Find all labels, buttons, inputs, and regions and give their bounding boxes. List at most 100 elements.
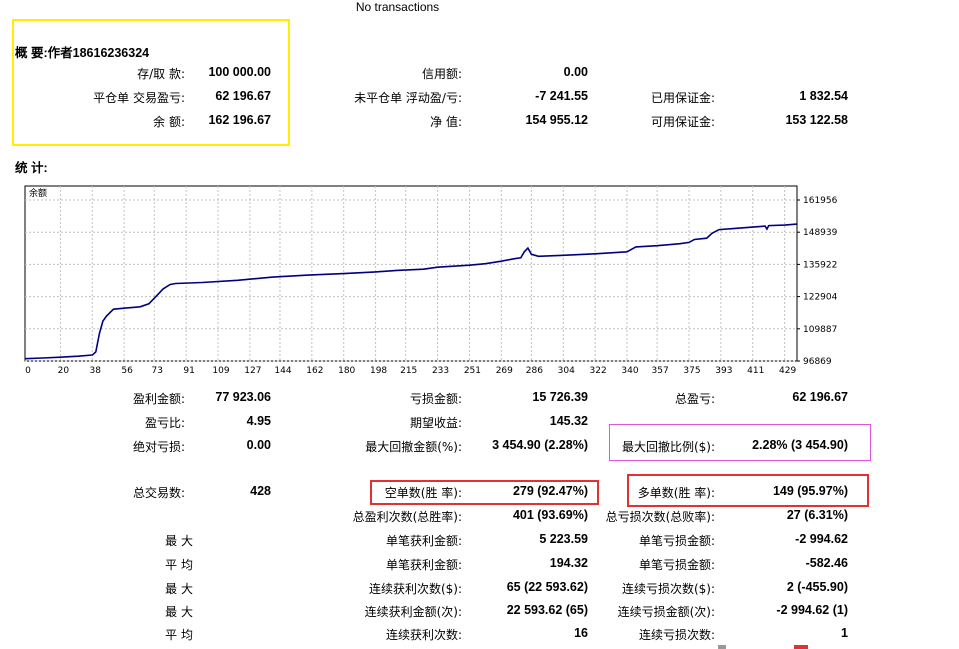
chart-x-tick-label: 304 — [558, 366, 575, 376]
absolute-drawdown-value: 0.00 — [246, 438, 271, 452]
average-loss-trade-value: -582.46 — [805, 556, 848, 570]
long-trades-label: 多单数(胜 率): — [637, 486, 715, 500]
chart-x-tick-label: 340 — [621, 366, 638, 376]
largest-loss-trade-label: 单笔亏损金额: — [638, 534, 715, 548]
relative-drawdown-value: 2.28% (3 454.90) — [752, 438, 848, 452]
max-consecutive-wins-value: 65 (22 593.62) — [506, 580, 588, 594]
expected-payoff-value: 145.32 — [549, 414, 588, 428]
loss-trades-value: 27 (6.31%) — [786, 508, 848, 522]
chart-x-tick-label: 429 — [779, 366, 796, 376]
equity-value: 154 955.12 — [525, 113, 588, 127]
chart-x-tick-label: 251 — [464, 366, 481, 376]
gross-loss-value: 15 726.39 — [532, 390, 588, 404]
max-consecutive-losses-label: 连续亏损次数($): — [621, 582, 715, 596]
largest-profit-trade-value: 5 223.59 — [539, 532, 588, 546]
chart-x-tick-label: 20 — [58, 366, 70, 376]
balance-value: 162 196.67 — [208, 113, 271, 127]
chart-y-tick-label: 148939 — [803, 228, 838, 238]
maximum-label: 最 大 — [165, 582, 193, 596]
average-profit-trade-value: 194.32 — [549, 556, 588, 570]
profit-factor-label: 盈亏比: — [144, 416, 185, 430]
balance-label: 余 额: — [153, 115, 185, 129]
used-margin-value: 1 832.54 — [799, 89, 848, 103]
chart-title: 余额 — [29, 187, 47, 199]
absolute-drawdown-label: 绝对亏损: — [132, 440, 185, 454]
floating-pnl-value: -7 241.55 — [535, 89, 588, 103]
chart-y-tick-label: 161956 — [803, 196, 838, 206]
chart-x-tick-label: 127 — [244, 366, 261, 376]
profit-factor-value: 4.95 — [246, 414, 271, 428]
avg-consecutive-losses-value: 1 — [841, 626, 848, 640]
avg-consecutive-wins-value: 16 — [574, 626, 588, 640]
chart-x-tick-label: 269 — [496, 366, 513, 376]
average-loss-trade-label: 单笔亏损金额: — [638, 558, 715, 572]
scroll-remnant — [718, 645, 726, 649]
equity-label: 净 值: — [430, 115, 462, 129]
short-trades-label: 空单数(胜 率): — [384, 486, 462, 500]
chart-y-tick-label: 109887 — [803, 325, 837, 335]
max-consecutive-losses-value: 2 (-455.90) — [786, 580, 848, 594]
long-trades-value: 149 (95.97%) — [772, 484, 848, 498]
closed-pnl-value: 62 196.67 — [215, 89, 271, 103]
max-drawdown-value: 3 454.90 (2.28%) — [492, 438, 588, 452]
relative-drawdown-label: 最大回撤比例($): — [621, 440, 715, 454]
chart-x-tick-label: 393 — [715, 366, 732, 376]
loss-trades-label: 总亏损次数(总败率): — [605, 510, 715, 524]
red-marker-remnant — [794, 645, 808, 649]
free-margin-value: 153 122.58 — [785, 113, 848, 127]
chart-x-tick-label: 411 — [747, 366, 764, 376]
chart-y-tick-label: 122904 — [803, 293, 838, 303]
deposit-value: 100 000.00 — [208, 65, 271, 79]
expected-payoff-label: 期望收益: — [409, 416, 462, 430]
chart-y-tick-label: 135922 — [803, 260, 837, 270]
balance-chart: 0 20 38 56 73 91 109 127 144 162 180 198 215 233 251 26… — [24, 182, 838, 378]
total-trades-value: 428 — [250, 484, 271, 498]
max-consecutive-wins-label: 连续获利次数($): — [368, 582, 462, 596]
average-profit-trade-label: 单笔获利金额: — [385, 558, 462, 572]
summary-title: 概 要:作者18616236324 — [15, 46, 150, 60]
chart-x-tick-label: 56 — [121, 366, 133, 376]
chart-x-tick-label: 38 — [90, 366, 102, 376]
floating-pnl-label: 未平仓单 浮动盈/亏: — [354, 91, 462, 105]
chart-x-tick-label: 180 — [338, 366, 355, 376]
no-transactions-note: No transactions — [355, 0, 440, 14]
chart-x-tick-label: 144 — [274, 366, 291, 376]
chart-frame — [24, 185, 798, 362]
balance-chart-svg: 0 20 38 56 73 91 109 127 144 162 180 198 215 233 251 26… — [24, 185, 838, 376]
profit-trades-label: 总盈利次数(总胜率): — [352, 510, 462, 524]
maximal-label: 最 大 — [165, 605, 193, 619]
chart-x-tick-label: 109 — [212, 366, 229, 376]
chart-x-tick-label: 233 — [432, 366, 449, 376]
credit-label: 信用额: — [421, 67, 462, 81]
max-consecutive-profit-value: 22 593.62 (65) — [506, 603, 588, 617]
chart-x-tick-label: 162 — [306, 366, 323, 376]
avg-consecutive-wins-label: 连续获利次数: — [385, 628, 462, 642]
total-net-value: 62 196.67 — [792, 390, 848, 404]
profit-trades-value: 401 (93.69%) — [512, 508, 588, 522]
average-consecutive-label: 平 均 — [165, 628, 193, 642]
gross-profit-value: 77 923.06 — [215, 390, 271, 404]
chart-x-tick-label: 286 — [526, 366, 543, 376]
gross-loss-label: 亏损金额: — [409, 392, 462, 406]
used-margin-label: 已用保证金: — [650, 91, 715, 105]
gross-profit-label: 盈利金额: — [132, 392, 185, 406]
closed-pnl-label: 平仓单 交易盈亏: — [93, 91, 185, 105]
max-consecutive-loss-value: -2 994.62 (1) — [776, 603, 848, 617]
max-consecutive-loss-label: 连续亏损金额(次): — [617, 605, 715, 619]
largest-profit-trade-label: 单笔获利金额: — [385, 534, 462, 548]
chart-x-tick-label: 322 — [590, 366, 607, 376]
chart-x-tick-label: 375 — [683, 366, 700, 376]
chart-x-tick-label: 198 — [370, 366, 387, 376]
average-label: 平 均 — [165, 558, 193, 572]
short-trades-value: 279 (92.47%) — [512, 484, 588, 498]
chart-x-tick-label: 357 — [652, 366, 669, 376]
total-trades-label: 总交易数: — [132, 486, 185, 500]
max-consecutive-profit-label: 连续获利金额(次): — [364, 605, 462, 619]
max-drawdown-label: 最大回撤金额(%): — [365, 440, 462, 454]
largest-loss-trade-value: -2 994.62 — [795, 532, 848, 546]
stats-title: 统 计: — [15, 161, 48, 175]
chart-y-tick-label: 96869 — [803, 357, 832, 367]
chart-x-tick-label: 73 — [152, 366, 163, 376]
largest-label: 最 大 — [165, 534, 193, 548]
chart-x-tick-label: 215 — [400, 366, 417, 376]
